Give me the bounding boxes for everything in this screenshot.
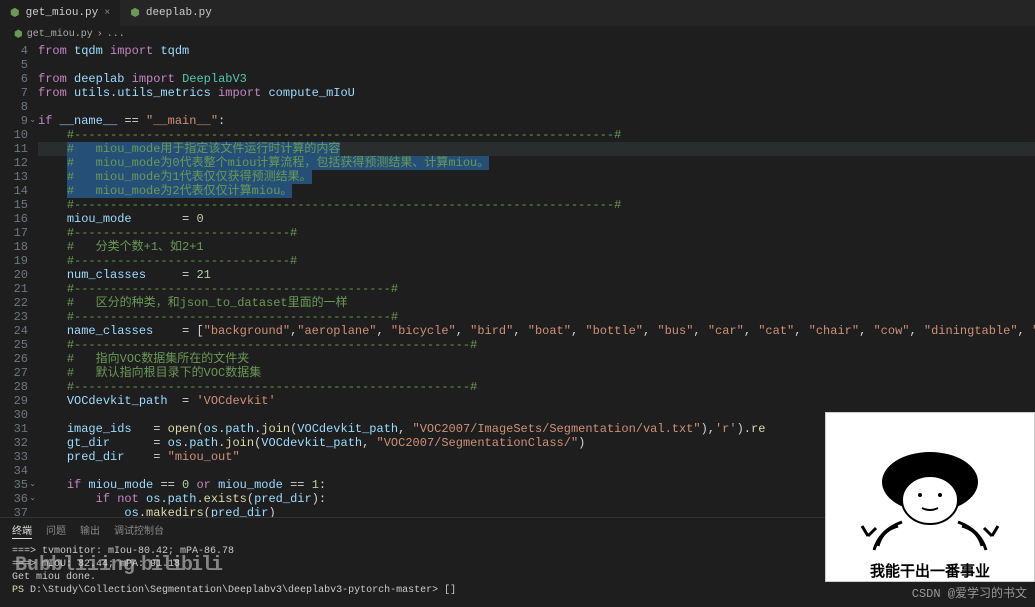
python-icon: ⬢ — [14, 29, 23, 41]
meme-sticker: 我能干出一番事业 — [825, 412, 1035, 582]
editor-tab[interactable]: ⬢deeplab.py — [120, 0, 222, 26]
close-icon[interactable]: × — [104, 8, 110, 19]
editor-tab[interactable]: ⬢get_miou.py× — [0, 0, 120, 26]
line-gutter: 456789⌄101112131415161718192021222324252… — [0, 44, 38, 517]
terminal-tab[interactable]: 终端 — [12, 522, 32, 539]
mushroom-meme-icon — [850, 440, 1010, 560]
watermark-csdn: CSDN @爱学习的书文 — [912, 584, 1027, 601]
breadcrumb[interactable]: ⬢ get_miou.py › ... — [0, 26, 1035, 44]
sticker-caption: 我能干出一番事业 — [870, 560, 990, 581]
terminal-tab[interactable]: 问题 — [46, 522, 66, 539]
editor-tabs: ⬢get_miou.py×⬢deeplab.py — [0, 0, 1035, 26]
chevron-right-icon: › — [97, 29, 103, 41]
terminal-tab[interactable]: 调试控制台 — [114, 522, 164, 539]
python-icon: ⬢ — [10, 6, 20, 20]
bilibili-icon: bilibili — [141, 554, 221, 577]
terminal-tab[interactable]: 输出 — [80, 522, 100, 539]
watermark-author: Bubbliiing bilibili — [15, 554, 221, 577]
python-icon: ⬢ — [130, 6, 140, 20]
